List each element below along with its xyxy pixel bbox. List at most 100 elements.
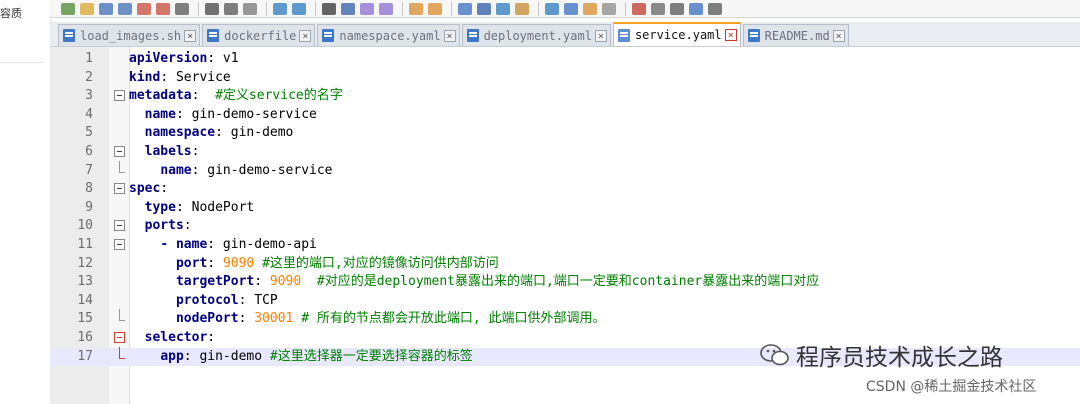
tab-label: deployment.yaml (483, 28, 592, 43)
zoom-out-icon[interactable] (378, 2, 394, 16)
tab-dockerfile[interactable]: dockerfile × (202, 24, 316, 46)
close-tab-icon[interactable]: × (832, 29, 845, 42)
code-line[interactable]: 6 labels: (50, 143, 1080, 162)
line-number: 6 (85, 143, 93, 159)
save-icon[interactable] (98, 2, 114, 16)
cut-icon[interactable] (204, 2, 220, 16)
code-text: port: 9090 #这里的端口,对应的镜像访问供内部访问 (129, 255, 499, 274)
monitor-icon[interactable] (601, 2, 617, 16)
paste-icon[interactable] (242, 2, 258, 16)
line-number: 2 (85, 69, 93, 85)
toolbar-separator (538, 1, 539, 16)
playback-icon[interactable] (669, 2, 685, 16)
zoom-in-icon[interactable] (359, 2, 375, 16)
close-tab-icon[interactable]: × (594, 29, 607, 42)
find-icon[interactable] (321, 2, 337, 16)
close-tab-icon[interactable]: × (184, 29, 197, 42)
tab-readme-md[interactable]: README.md × (742, 24, 849, 46)
close-icon[interactable] (136, 2, 152, 16)
code-line[interactable]: 9 type: NodePort (50, 199, 1080, 218)
tab-deployment-yaml[interactable]: deployment.yaml × (461, 24, 611, 46)
line-number: 13 (77, 274, 93, 290)
yaml-key: metadata (129, 88, 192, 104)
print-icon[interactable] (174, 2, 190, 16)
udl-icon[interactable] (514, 2, 530, 16)
code-line[interactable]: 16 selector: (50, 329, 1080, 348)
code-text: - name: gin-demo-api (129, 236, 317, 255)
close-tab-icon[interactable]: × (724, 29, 737, 41)
doc-map-icon[interactable] (544, 2, 560, 16)
close-tab-icon[interactable]: × (299, 29, 312, 42)
code-line[interactable]: 4 name: gin-demo-service (50, 106, 1080, 125)
new-file-icon[interactable] (60, 2, 76, 16)
code-line[interactable]: 1 apiVersion: v1 (50, 50, 1080, 69)
code-line[interactable]: 17 app: gin-demo #这里选择器一定要选择容器的标签 (50, 346, 1080, 367)
fold-toggle-icon[interactable] (114, 220, 125, 232)
show-all-icon[interactable] (476, 2, 492, 16)
indent-guide-icon[interactable] (495, 2, 511, 16)
tab-label: load_images.sh (80, 28, 182, 43)
toolbar-separator (402, 1, 403, 16)
yaml-value (129, 163, 160, 178)
file-icon (207, 29, 220, 42)
code-line[interactable]: 7 name: gin-demo-service (50, 160, 1080, 181)
tab-load-images-sh[interactable]: load_images.sh × (58, 24, 201, 46)
line-number: 3 (85, 88, 93, 104)
save-macro-icon[interactable] (707, 2, 723, 16)
fold-toggle-icon[interactable] (114, 145, 125, 157)
line-number: 1 (85, 51, 93, 66)
code-line[interactable]: 5 namespace: gin-demo (50, 124, 1080, 143)
code-line[interactable]: 12 port: 9090 #这里的端口,对应的镜像访问供内部访问 (50, 255, 1080, 274)
code-line[interactable]: 15 nodePort: 30001 # 所有的节点都会开放此端口, 此端口供外… (50, 309, 1080, 329)
code-lines[interactable]: 1 apiVersion: v1 2 kind: Service 3 metadata: … (50, 50, 1080, 367)
yaml-value: : NodePort (175, 199, 255, 215)
code-line[interactable]: 3 metadata: #定义service的名字 (50, 87, 1080, 106)
fold-toggle-icon[interactable] (114, 331, 125, 343)
code-line[interactable]: 13 targetPort: 9090 #对应的是deployment暴露出来的… (50, 273, 1080, 292)
yaml-key: selector (144, 329, 208, 345)
save-all-icon[interactable] (117, 2, 133, 16)
word-wrap-icon[interactable] (457, 2, 473, 16)
record-macro-icon[interactable] (631, 2, 647, 16)
fold-toggle-icon[interactable] (114, 238, 125, 250)
left-panel-label: 容质 (0, 7, 22, 20)
code-line[interactable]: 8 spec: (50, 180, 1080, 199)
yaml-value (129, 237, 160, 252)
fold-toggle-icon[interactable] (114, 90, 125, 102)
close-tab-icon[interactable]: × (443, 29, 456, 42)
function-list-icon[interactable] (563, 2, 579, 16)
sync-h-icon[interactable] (427, 2, 443, 16)
code-line[interactable]: 11 - name: gin-demo-api (50, 236, 1080, 255)
file-icon (322, 29, 335, 42)
yaml-value: : gin-demo-service (191, 162, 333, 178)
code-text: namespace: gin-demo (129, 124, 294, 143)
fold-toggle-icon[interactable] (114, 183, 125, 195)
tab-namespace-yaml[interactable]: namespace.yaml × (317, 24, 460, 46)
close-all-icon[interactable] (155, 2, 171, 16)
yaml-value (129, 293, 176, 308)
line-number: 17 (77, 348, 93, 364)
yaml-key: name (160, 162, 192, 178)
folder-workspace-icon[interactable] (582, 2, 598, 16)
redo-icon[interactable] (291, 2, 307, 16)
code-line[interactable]: 10 ports: (50, 217, 1080, 236)
sync-v-icon[interactable] (408, 2, 424, 16)
toolbar-separator (315, 1, 316, 16)
yaml-key: targetPort (175, 274, 255, 290)
code-editor[interactable]: 1 apiVersion: v1 2 kind: Service 3 metadata: … (50, 47, 1080, 404)
undo-icon[interactable] (272, 2, 288, 16)
run-macro-icon[interactable] (688, 2, 704, 16)
copy-icon[interactable] (223, 2, 239, 16)
replace-icon[interactable] (340, 2, 356, 16)
code-text: kind: Service (129, 69, 231, 88)
code-line[interactable]: 2 kind: Service (50, 69, 1080, 88)
code-line[interactable]: 14 protocol: TCP (50, 292, 1080, 311)
file-icon (747, 29, 760, 42)
stop-record-icon[interactable] (650, 2, 666, 16)
yaml-value: : (207, 329, 216, 345)
code-text: type: NodePort (129, 199, 255, 218)
tab-service-yaml[interactable]: service.yaml × (612, 22, 741, 46)
yaml-key: apiVersion (129, 51, 208, 66)
line-number: 4 (85, 106, 93, 122)
open-icon[interactable] (79, 2, 95, 16)
